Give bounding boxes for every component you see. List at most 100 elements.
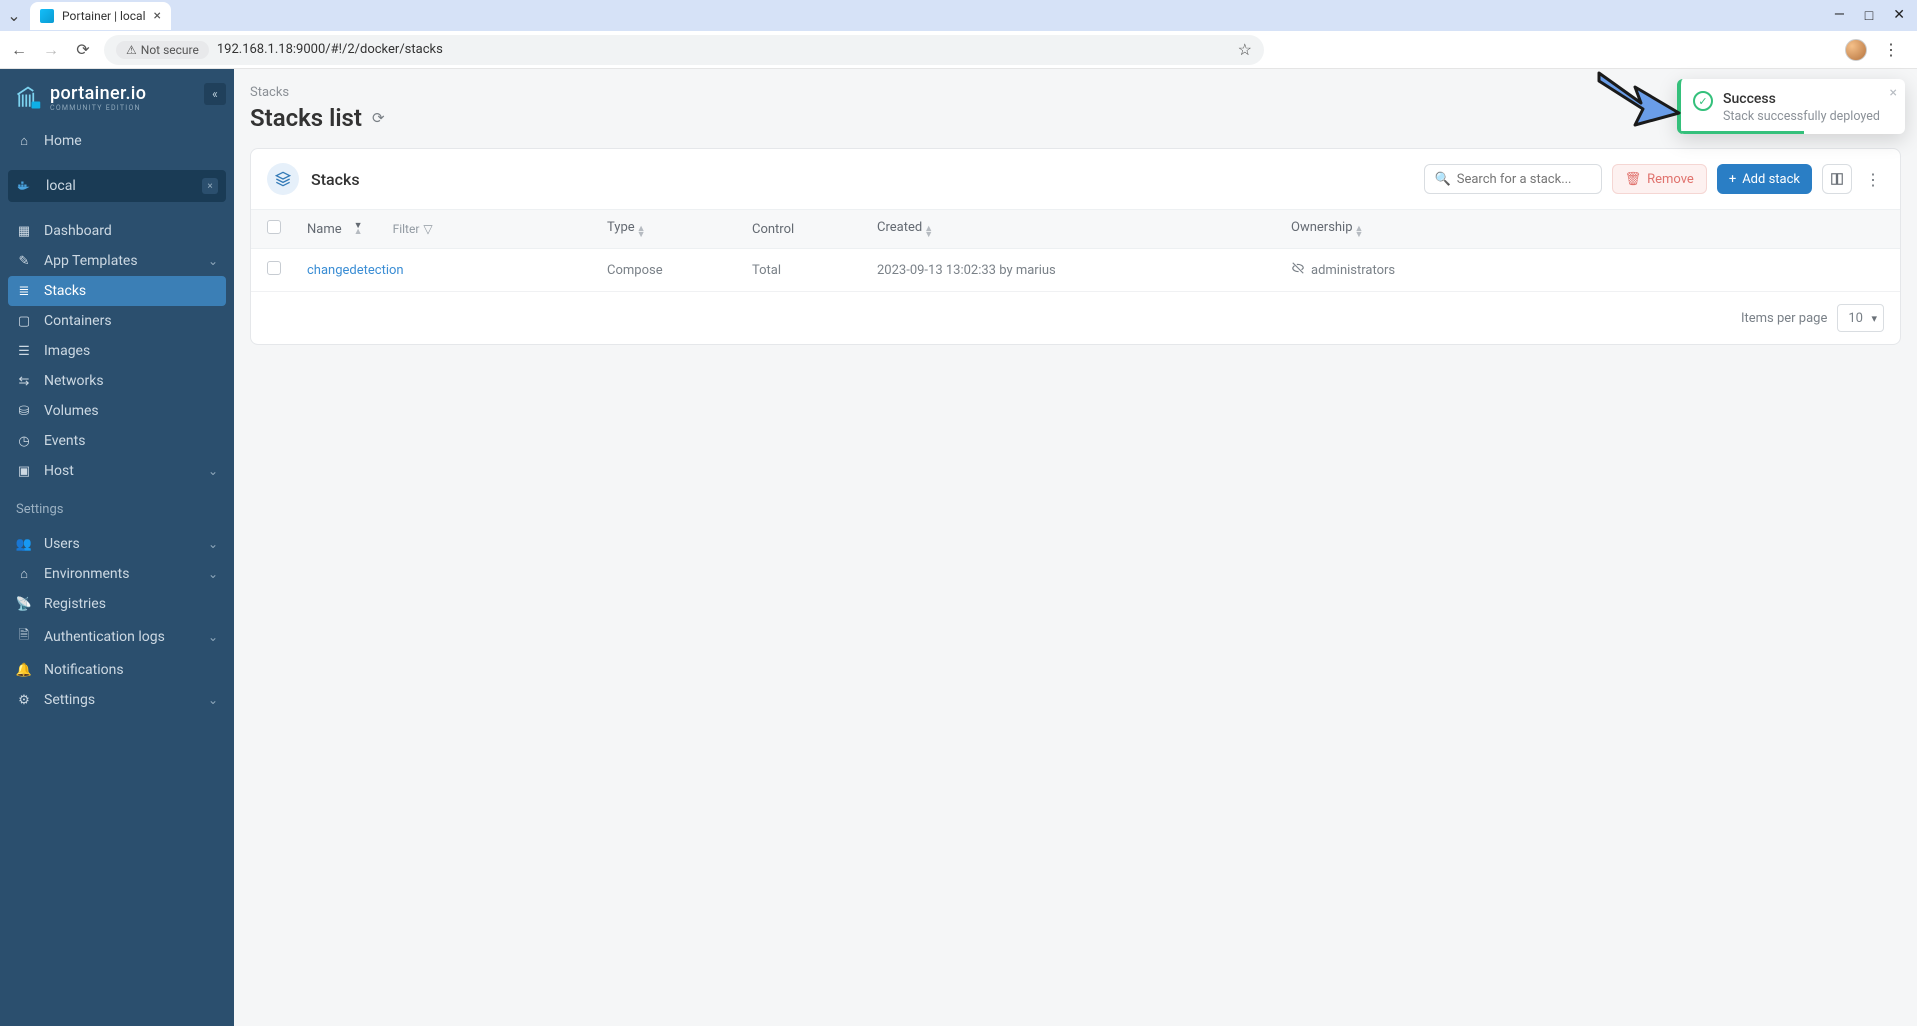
columns-toggle-button[interactable] (1822, 164, 1852, 194)
chevron-down-icon: ⌄ (208, 693, 218, 707)
sidebar-environment[interactable]: local × (8, 170, 226, 202)
nav-back-icon[interactable]: ← (8, 40, 30, 60)
home-icon: ⌂ (16, 133, 32, 149)
remove-button[interactable]: 🗑 Remove (1612, 164, 1707, 194)
sidebar-item-events[interactable]: ◷Events (0, 426, 234, 456)
portainer-logo-icon (14, 84, 42, 112)
cell-type: Compose (607, 263, 663, 278)
sidebar-item-home[interactable]: ⌂ Home (0, 126, 234, 156)
sort-icon[interactable]: ▼▲ (354, 223, 363, 235)
browser-tab[interactable]: Portainer | local × (30, 2, 171, 30)
cell-created: 2023-09-13 13:02:33 by marius (877, 263, 1056, 278)
search-icon: 🔍 (1435, 172, 1451, 187)
column-control: Control (752, 222, 794, 237)
items-per-page-select[interactable]: 10 (1837, 304, 1884, 332)
sidebar-item-notifications[interactable]: 🔔Notifications (0, 655, 234, 685)
brand[interactable]: portainer.io COMMUNITY EDITION (0, 69, 234, 120)
tab-close-icon[interactable]: × (154, 8, 161, 24)
chevron-down-icon: ⌄ (208, 254, 218, 268)
host-icon: ▣ (16, 464, 32, 479)
sidebar-item-app-templates[interactable]: ✎App Templates⌄ (0, 246, 234, 276)
sidebar-item-auth-logs[interactable]: 🗎Authentication logs⌄ (0, 619, 234, 655)
filter-button[interactable]: Filter ▽ (393, 222, 433, 236)
more-options-icon[interactable]: ⋮ (1862, 164, 1884, 194)
sidebar-collapse-button[interactable]: « (204, 83, 226, 105)
stack-link[interactable]: changedetection (307, 263, 404, 278)
plus-icon: + (1729, 172, 1736, 187)
sidebar: portainer.io COMMUNITY EDITION « ⌂ Home … (0, 69, 234, 1026)
cell-ownership: administrators (1311, 263, 1395, 278)
maximize-icon[interactable]: □ (1865, 7, 1873, 24)
sidebar-item-containers[interactable]: ▢Containers (0, 306, 234, 336)
refresh-icon[interactable]: ⟳ (372, 109, 385, 127)
tab-list-dropdown[interactable]: ⌄ (0, 2, 28, 30)
users-icon: 👥 (16, 537, 32, 552)
browser-menu-icon[interactable]: ⋮ (1883, 40, 1899, 59)
window-controls: — □ ✕ (1834, 7, 1917, 24)
address-bar[interactable]: ⚠ Not secure 192.168.1.18:9000/#!/2/dock… (104, 35, 1264, 65)
nav-forward-icon[interactable]: → (40, 40, 62, 60)
sidebar-item-volumes[interactable]: ⛁Volumes (0, 396, 234, 426)
profile-avatar[interactable] (1845, 39, 1867, 61)
close-icon[interactable]: ✕ (1893, 7, 1905, 24)
brand-name: portainer.io (50, 83, 146, 104)
toast-message: Stack successfully deployed (1723, 109, 1880, 124)
sidebar-item-dashboard[interactable]: ▦Dashboard (0, 216, 234, 246)
containers-icon: ▢ (16, 314, 32, 329)
sidebar-item-networks[interactable]: ⇆Networks (0, 366, 234, 396)
sort-icon[interactable]: ▲▼ (1355, 226, 1364, 238)
warning-icon: ⚠ (126, 43, 137, 57)
templates-icon: ✎ (16, 254, 32, 269)
registries-icon: 📡 (16, 597, 32, 612)
sort-icon[interactable]: ▲▼ (924, 226, 933, 238)
images-icon: ☰ (16, 344, 32, 359)
reload-icon[interactable]: ⟳ (72, 40, 94, 59)
chevron-down-icon: ⌄ (208, 537, 218, 551)
search-input[interactable] (1457, 172, 1591, 187)
toast-progress (1681, 131, 1804, 134)
column-type[interactable]: Type (607, 220, 635, 235)
sidebar-item-registries[interactable]: 📡Registries (0, 589, 234, 619)
add-stack-button[interactable]: + Add stack (1717, 164, 1812, 194)
table-row: changedetection Compose Total 2023-09-13… (251, 249, 1900, 292)
chevron-down-icon: ⌄ (208, 567, 218, 581)
column-created[interactable]: Created (877, 220, 922, 235)
trash-icon: 🗑 (1625, 172, 1642, 187)
docker-icon (16, 177, 34, 195)
portainer-favicon (40, 9, 54, 23)
sidebar-item-images[interactable]: ☰Images (0, 336, 234, 366)
chevron-down-icon: ⌄ (208, 630, 218, 644)
tab-title: Portainer | local (62, 9, 146, 23)
column-ownership[interactable]: Ownership (1291, 220, 1353, 235)
sidebar-item-settings[interactable]: ⚙Settings⌄ (0, 685, 234, 715)
dashboard-icon: ▦ (16, 224, 32, 239)
env-close-icon[interactable]: × (202, 178, 218, 194)
minimize-icon[interactable]: — (1834, 7, 1845, 24)
sort-icon[interactable]: ▲▼ (637, 226, 646, 238)
url-text: 192.168.1.18:9000/#!/2/docker/stacks (217, 42, 443, 57)
bell-icon: 🔔 (16, 663, 32, 678)
security-chip[interactable]: ⚠ Not secure (116, 41, 209, 59)
check-circle-icon: ✓ (1693, 91, 1713, 111)
cell-control: Total (752, 263, 781, 278)
annotation-arrow-icon (1591, 63, 1683, 133)
eye-off-icon (1291, 261, 1305, 279)
sidebar-item-stacks[interactable]: ≣Stacks (8, 276, 226, 306)
stacks-icon: ≣ (16, 284, 32, 299)
filter-icon: ▽ (423, 222, 432, 236)
brand-subtitle: COMMUNITY EDITION (50, 104, 146, 112)
events-icon: ◷ (16, 434, 32, 449)
sidebar-item-host[interactable]: ▣Host⌄ (0, 456, 234, 486)
select-all-checkbox[interactable] (267, 220, 281, 234)
toast-close-icon[interactable]: × (1890, 85, 1897, 101)
networks-icon: ⇆ (16, 374, 32, 389)
row-checkbox[interactable] (267, 261, 281, 275)
table-header: Name ▼▲ Filter ▽ Type▲▼ Control Created▲… (251, 209, 1900, 249)
search-box[interactable]: 🔍 (1424, 164, 1602, 194)
sidebar-item-users[interactable]: 👥Users⌄ (0, 529, 234, 559)
sidebar-item-environments[interactable]: ⌂Environments⌄ (0, 559, 234, 589)
success-toast: ✓ Success Stack successfully deployed × (1677, 79, 1905, 134)
bookmark-star-icon[interactable]: ☆ (1238, 40, 1252, 59)
main-content: Stacks Stacks list ⟳ Stacks 🔍 🗑 Rem (234, 69, 1917, 1026)
column-name[interactable]: Name (307, 222, 342, 237)
